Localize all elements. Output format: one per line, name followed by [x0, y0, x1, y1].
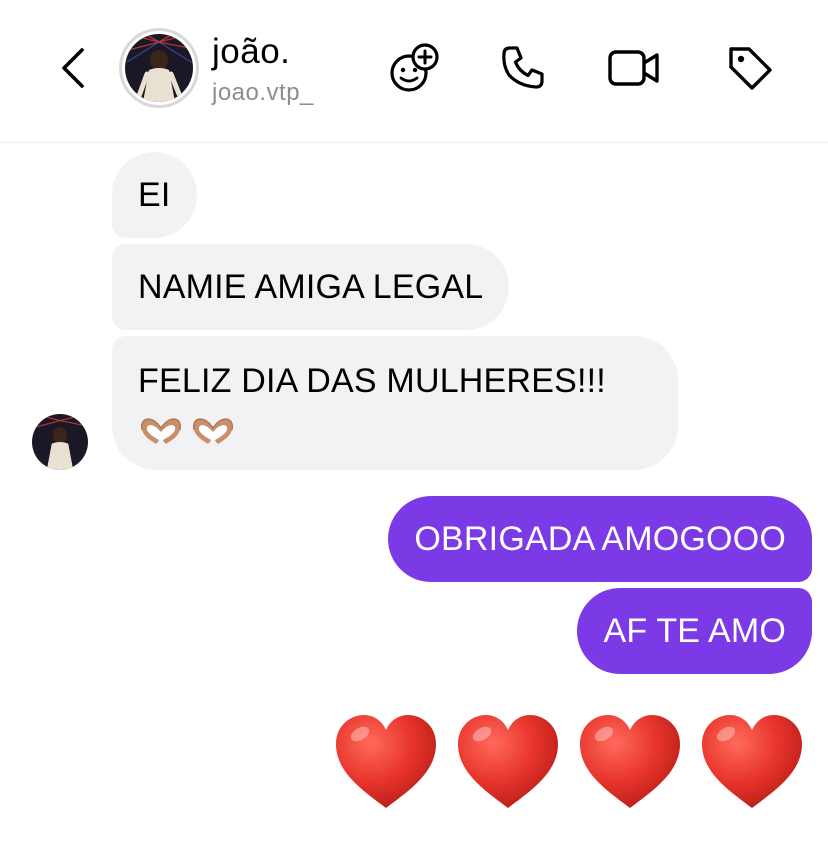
- message-text: FELIZ DIA DAS MULHERES!!!: [138, 362, 606, 400]
- heart-hands-emoji: [141, 418, 181, 445]
- sender-avatar[interactable]: [32, 414, 88, 470]
- video-camera-icon: [608, 50, 659, 86]
- incoming-message[interactable]: NAMIE AMIGA LEGAL: [112, 244, 510, 330]
- red-heart-emoji: [336, 715, 436, 808]
- smiley-plus-icon: [390, 43, 439, 92]
- outgoing-message[interactable]: OBRIGADA AMOGOOO: [388, 496, 812, 582]
- emoji-message[interactable]: [332, 712, 806, 822]
- red-heart-emoji: [458, 715, 558, 808]
- contact-info[interactable]: joão. joao.vtp_: [212, 30, 314, 108]
- effects-button[interactable]: [386, 40, 442, 96]
- contact-handle: joao.vtp_: [212, 79, 314, 106]
- red-heart-emoji: [702, 715, 802, 808]
- incoming-message[interactable]: EI: [112, 152, 197, 238]
- back-button[interactable]: [50, 44, 94, 92]
- video-call-button[interactable]: [606, 40, 662, 96]
- phone-icon: [502, 46, 544, 89]
- message-text: OBRIGADA AMOGOOO: [414, 520, 786, 558]
- chat-header: joão. joao.vtp_: [0, 0, 828, 143]
- contact-avatar[interactable]: [119, 28, 199, 108]
- chevron-left-icon: [62, 48, 84, 88]
- message-text: AF TE AMO: [603, 612, 786, 650]
- message-text: EI: [138, 176, 171, 214]
- incoming-message[interactable]: FELIZ DIA DAS MULHERES!!!: [112, 336, 678, 470]
- outgoing-message[interactable]: AF TE AMO: [577, 588, 812, 674]
- contact-name: joão.: [212, 32, 291, 71]
- tag-icon: [729, 47, 772, 90]
- red-heart-emoji: [580, 715, 680, 808]
- emoji-row: [138, 408, 652, 448]
- message-text: NAMIE AMIGA LEGAL: [138, 268, 484, 306]
- call-button[interactable]: [495, 40, 551, 96]
- avatar-photo: [125, 34, 193, 102]
- tag-button[interactable]: [722, 40, 778, 96]
- heart-hands-emoji: [193, 418, 233, 445]
